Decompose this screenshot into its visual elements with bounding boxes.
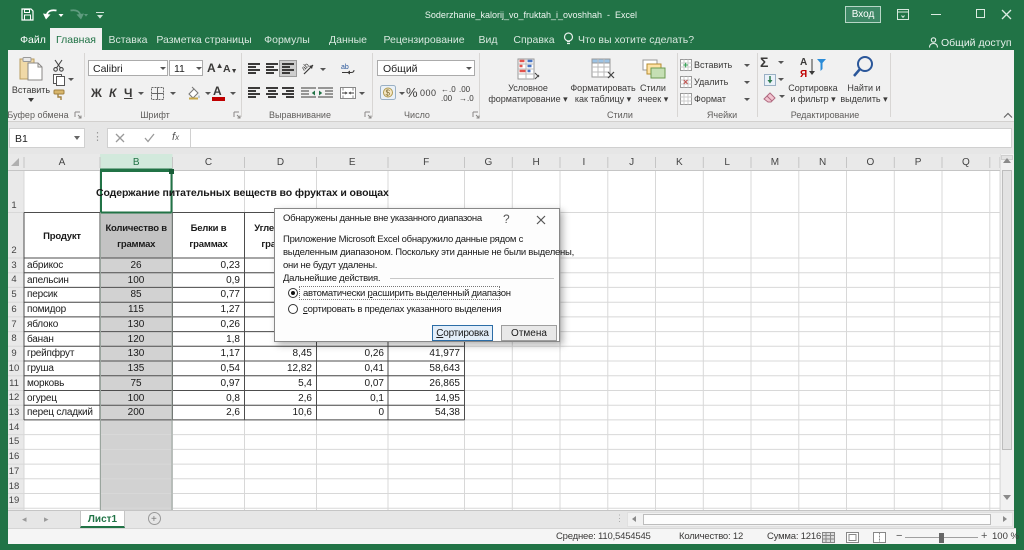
svg-text:×: × bbox=[683, 77, 688, 87]
svg-text:ab: ab bbox=[302, 62, 311, 73]
svg-text:ab: ab bbox=[341, 64, 349, 71]
svg-text:А: А bbox=[800, 57, 807, 68]
svg-text:+: + bbox=[683, 60, 688, 70]
svg-text:Я: Я bbox=[800, 69, 807, 79]
svg-text:$: $ bbox=[386, 89, 391, 98]
